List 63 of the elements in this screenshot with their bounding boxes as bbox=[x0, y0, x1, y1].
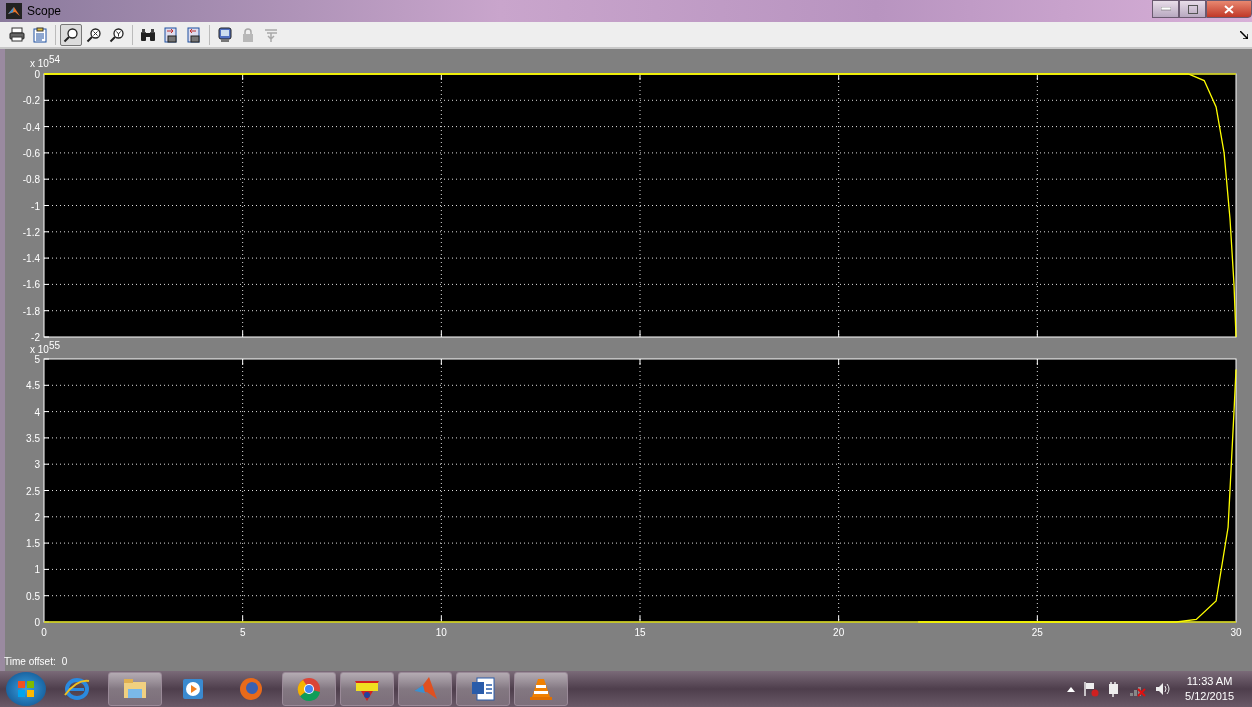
y-tick-label: -1.4 bbox=[22, 253, 40, 265]
lock-icon bbox=[240, 26, 256, 43]
y-tick-label: 1 bbox=[34, 564, 40, 576]
clock-time: 11:33 AM bbox=[1186, 674, 1233, 689]
print-icon bbox=[9, 26, 25, 43]
x-tick-label: 5 bbox=[239, 627, 246, 638]
y-tick-label: -0.8 bbox=[22, 174, 40, 186]
taskbar-app-button[interactable] bbox=[514, 672, 568, 706]
y-tick-label: -1.8 bbox=[22, 305, 40, 317]
y-tick-label: 5 bbox=[34, 355, 40, 365]
y-tick-label: 0.5 bbox=[26, 590, 40, 602]
x-tick-label: 20 bbox=[833, 627, 845, 638]
save-axes-icon bbox=[163, 26, 179, 43]
taskbar-app-button[interactable] bbox=[340, 672, 394, 706]
x-tick-label: 0 bbox=[41, 627, 47, 638]
zoom-y-icon bbox=[109, 26, 125, 43]
maximize-icon bbox=[1187, 4, 1198, 14]
minimize-button[interactable] bbox=[1152, 0, 1179, 18]
close-button[interactable] bbox=[1206, 0, 1252, 18]
signal-select-icon bbox=[263, 26, 279, 43]
y-tick-label: 3.5 bbox=[26, 432, 40, 444]
restore-axes-icon bbox=[186, 26, 202, 43]
x-tick-label: 25 bbox=[1031, 627, 1043, 638]
start-button[interactable] bbox=[6, 672, 46, 706]
flag-icon[interactable] bbox=[1083, 681, 1100, 697]
zoom-x-icon bbox=[86, 26, 102, 43]
y-tick-label: 0 bbox=[34, 70, 40, 80]
word-icon bbox=[469, 675, 497, 703]
y-tick-label: -0.6 bbox=[22, 147, 40, 159]
y-tick-label: -1 bbox=[31, 200, 40, 212]
y-tick-label: 0 bbox=[34, 617, 40, 628]
monitor-icon bbox=[217, 26, 233, 43]
y-tick-label: -0.2 bbox=[22, 95, 40, 107]
y-tick-label: 3 bbox=[34, 459, 40, 471]
y-tick-label: 4 bbox=[34, 406, 40, 418]
y-tick-label: 2 bbox=[34, 511, 40, 523]
time-offset-label: Time offset: bbox=[4, 656, 56, 667]
dock-arrow-icon[interactable] bbox=[1240, 30, 1248, 39]
y-tick-label: -2 bbox=[31, 332, 40, 343]
window-title: Scope bbox=[27, 4, 62, 18]
tray-expand-icon[interactable] bbox=[1067, 686, 1076, 692]
x-tick-label: 30 bbox=[1230, 627, 1242, 638]
y-tick-label: -1.6 bbox=[22, 279, 40, 291]
y-tick-label: 4.5 bbox=[26, 380, 40, 392]
app-logo-icon bbox=[6, 3, 22, 19]
speaker-icon[interactable] bbox=[1155, 681, 1172, 697]
taskbar-app-button[interactable] bbox=[456, 672, 510, 706]
y-tick-label: 1.5 bbox=[26, 538, 40, 550]
y-tick-label: -0.4 bbox=[22, 121, 40, 133]
close-icon bbox=[1224, 4, 1234, 14]
maximize-button[interactable] bbox=[1179, 0, 1206, 18]
x-tick-label: 15 bbox=[634, 627, 646, 638]
toolbar-button[interactable] bbox=[60, 23, 82, 46]
binoculars-icon bbox=[140, 26, 156, 43]
clipboard-icon bbox=[32, 26, 48, 43]
time-offset-value: 0 bbox=[61, 656, 68, 667]
clock-date: 5/12/2015 bbox=[1185, 689, 1234, 704]
y-tick-label: 2.5 bbox=[26, 485, 40, 497]
zoom-icon bbox=[63, 26, 79, 43]
minimize-icon bbox=[1160, 7, 1171, 11]
chrome-icon bbox=[295, 675, 323, 703]
y-tick-label: -1.2 bbox=[22, 226, 40, 238]
x-tick-label: 10 bbox=[435, 627, 447, 638]
